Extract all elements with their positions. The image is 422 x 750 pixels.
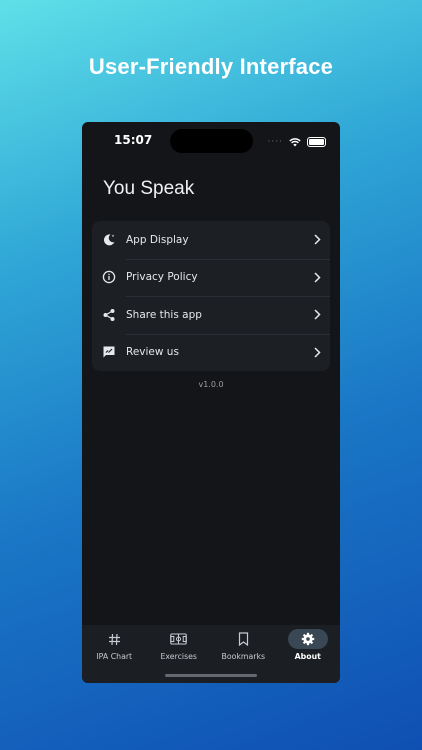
status-bar: 15:07 ···· bbox=[82, 122, 340, 158]
tab-label: About bbox=[294, 652, 321, 661]
chevron-right-icon bbox=[304, 234, 330, 245]
menu-item-share-app[interactable]: Share this app bbox=[92, 296, 330, 334]
chevron-right-icon bbox=[304, 309, 330, 320]
menu-item-label: App Display bbox=[126, 233, 189, 246]
bookmark-icon bbox=[223, 629, 263, 649]
tab-about[interactable]: About bbox=[276, 625, 341, 683]
tab-label: Exercises bbox=[160, 652, 197, 661]
review-icon bbox=[92, 345, 126, 359]
status-time: 15:07 bbox=[114, 133, 153, 147]
menu-item-app-display[interactable]: App Display bbox=[92, 221, 330, 259]
settings-menu: App Display Privacy Policy Share this ap… bbox=[92, 221, 330, 371]
hash-icon bbox=[94, 629, 134, 649]
page-title: You Speak bbox=[103, 178, 195, 199]
tab-label: IPA Chart bbox=[96, 652, 133, 661]
battery-icon bbox=[307, 136, 326, 147]
chevron-right-icon bbox=[304, 347, 330, 358]
tab-label: Bookmarks bbox=[221, 652, 266, 661]
menu-item-review-us[interactable]: Review us bbox=[92, 333, 330, 372]
home-indicator[interactable] bbox=[165, 674, 257, 677]
share-icon bbox=[92, 308, 126, 322]
dynamic-island bbox=[170, 129, 253, 153]
info-icon bbox=[92, 270, 126, 284]
tab-ipa-chart[interactable]: IPA Chart bbox=[82, 625, 147, 683]
menu-item-label: Privacy Policy bbox=[126, 271, 198, 284]
menu-item-privacy-policy[interactable]: Privacy Policy bbox=[92, 258, 330, 297]
menu-item-label: Share this app bbox=[126, 308, 202, 321]
phone-screen: 15:07 ···· You Speak App Display Privacy… bbox=[82, 122, 340, 683]
exercises-icon bbox=[159, 629, 199, 649]
moon-icon bbox=[92, 233, 126, 247]
gear-icon bbox=[287, 629, 328, 649]
wifi-icon bbox=[289, 132, 301, 151]
signal-dots-icon: ···· bbox=[267, 136, 283, 147]
app-version: v1.0.0 bbox=[198, 380, 224, 389]
status-icons: ···· bbox=[268, 132, 326, 151]
chevron-right-icon bbox=[304, 272, 330, 283]
promo-headline: User-Friendly Interface bbox=[88, 54, 334, 79]
menu-item-label: Review us bbox=[126, 346, 179, 359]
